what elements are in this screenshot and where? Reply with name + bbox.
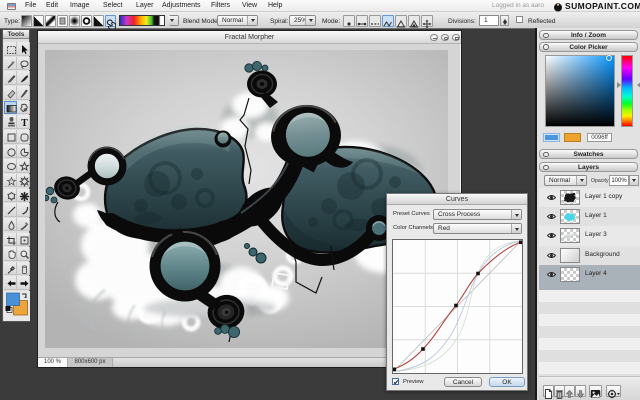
svg-text:T: T <box>21 118 28 128</box>
